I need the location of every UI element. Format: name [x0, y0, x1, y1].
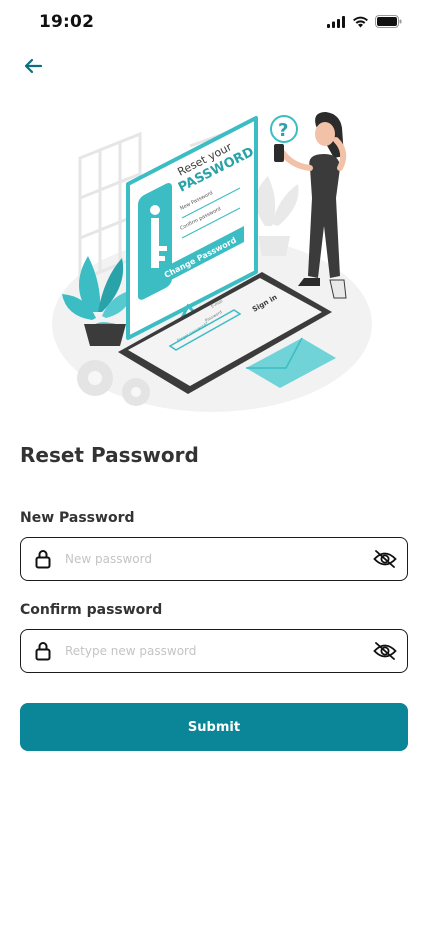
reset-password-illustration: Reset your PASSWORD New Password Confirm… [52, 112, 372, 412]
page-title: Reset Password [20, 443, 199, 467]
battery-icon [375, 15, 402, 28]
status-bar: 19:02 [0, 0, 428, 46]
toggle-visibility-icon[interactable] [363, 537, 407, 581]
plant-right [255, 176, 299, 256]
toggle-visibility-icon[interactable] [363, 629, 407, 673]
question-mark: ? [278, 120, 288, 141]
back-button[interactable] [18, 52, 48, 80]
confirm-password-input[interactable] [65, 636, 363, 666]
signal-icon [327, 15, 345, 28]
status-icons [327, 15, 402, 28]
wifi-icon [353, 16, 368, 27]
confirm-password-field [20, 629, 408, 673]
new-password-field [20, 537, 408, 581]
lock-icon [21, 629, 65, 673]
lock-icon [21, 537, 65, 581]
confirm-password-label: Confirm password [20, 602, 163, 618]
submit-button[interactable]: Submit [20, 703, 408, 751]
new-password-input[interactable] [65, 544, 363, 574]
status-time: 19:02 [39, 12, 95, 32]
new-password-label: New Password [20, 510, 135, 526]
back-arrow-icon [24, 58, 43, 74]
